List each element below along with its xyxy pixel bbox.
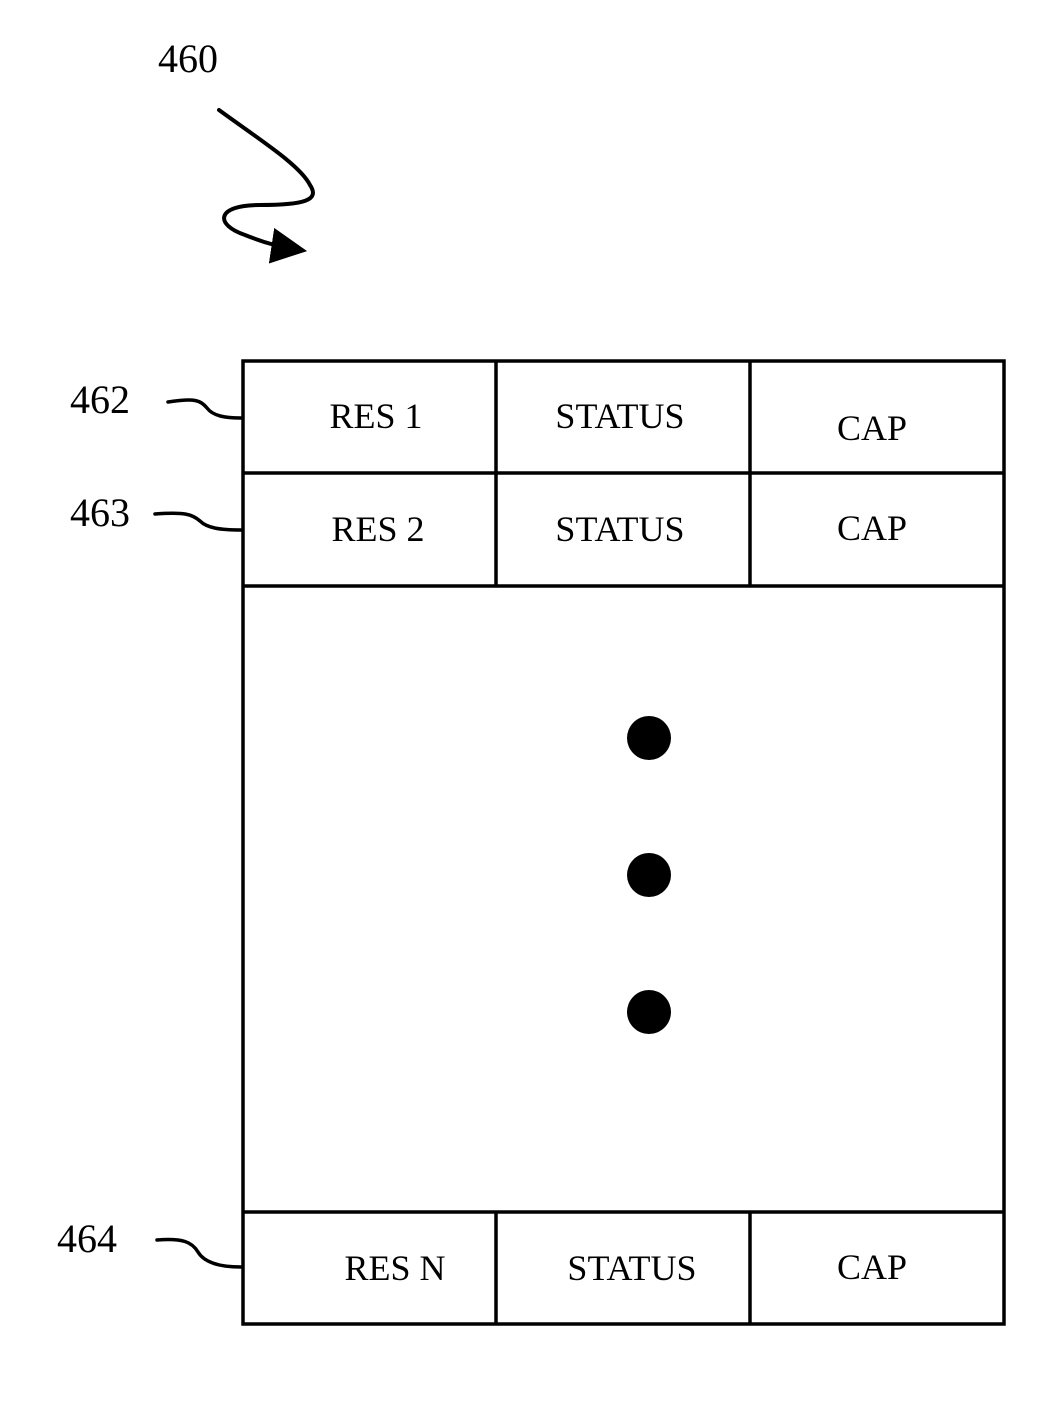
row-reference-label: 463 [70,490,130,535]
table-row: RES 2 STATUS CAP [243,473,1004,588]
row-reference-462: 462 [70,377,243,422]
resource-cell: RES N [344,1248,445,1288]
status-cell: STATUS [555,509,684,549]
row-reference-label: 464 [57,1216,117,1261]
figure-canvas: 460 RES 1 STATUS CAP RES 2 STATUS CAP RE… [57,36,1006,1326]
resource-cell: RES 2 [331,509,424,549]
status-cell: STATUS [567,1248,696,1288]
leader-line [155,1237,243,1269]
row-ellipsis [627,716,671,1034]
ellipsis-dot [627,716,671,760]
capability-cell: CAP [837,408,907,448]
leader-line [166,398,243,420]
leader-line [153,511,243,532]
row-reference-463: 463 [70,490,243,535]
resource-cell: RES 1 [329,396,422,436]
status-cell: STATUS [555,396,684,436]
table-row: RES 1 STATUS CAP [243,361,1004,475]
ellipsis-dot [627,853,671,897]
table-outline [241,359,1006,1326]
ellipsis-dot [627,990,671,1034]
capability-cell: CAP [837,508,907,548]
figure-reference-label: 460 [158,36,218,81]
capability-cell: CAP [837,1247,907,1287]
table-row: RES N STATUS CAP [243,1210,1004,1324]
row-reference-label: 462 [70,377,130,422]
figure-pointer-arrow [217,108,315,264]
patent-figure-460: 460 RES 1 STATUS CAP RES 2 STATUS CAP RE… [0,0,1043,1406]
row-reference-464: 464 [57,1216,243,1269]
